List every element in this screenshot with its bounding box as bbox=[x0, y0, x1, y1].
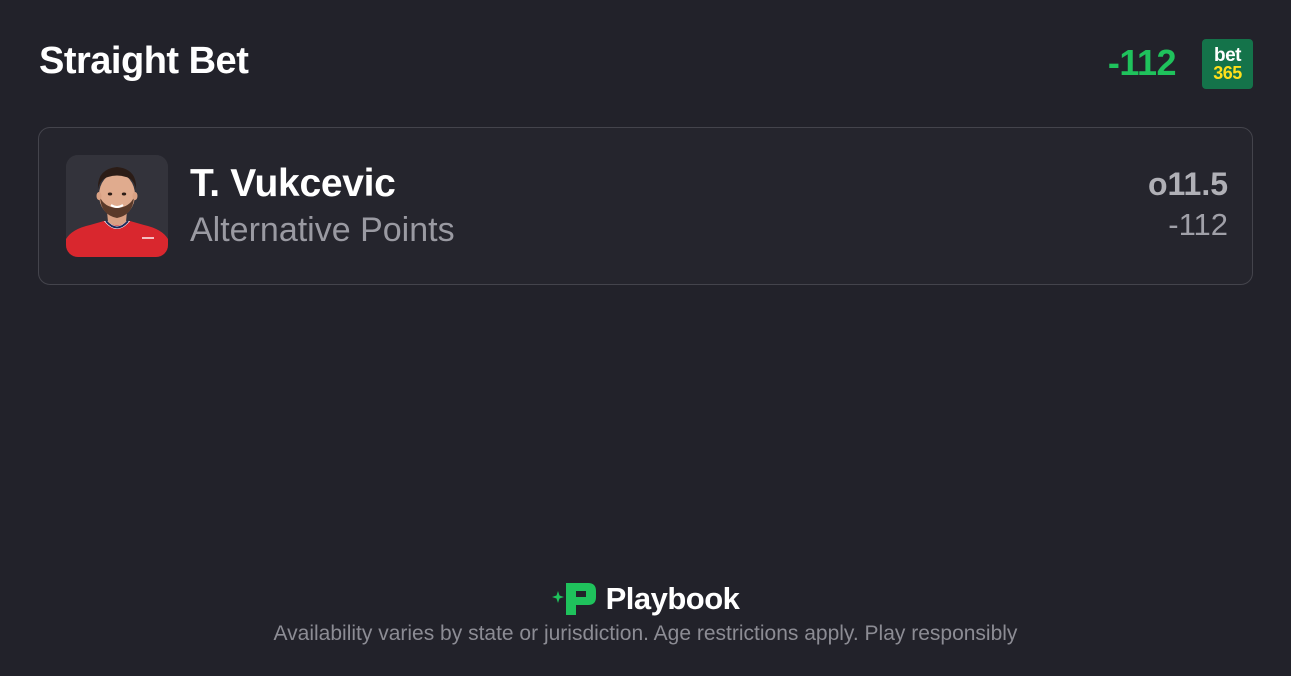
sportsbook-logo-line2: 365 bbox=[1213, 63, 1242, 83]
bet-leg-card[interactable]: T. Vukcevic Alternative Points o11.5 -11… bbox=[38, 127, 1253, 285]
player-headshot-icon bbox=[66, 155, 168, 257]
sportsbook-logo[interactable]: bet 365 bbox=[1202, 39, 1253, 89]
player-headshot bbox=[66, 155, 168, 257]
bet-line: o11.5 bbox=[1147, 166, 1228, 202]
market-name: Alternative Points bbox=[190, 211, 455, 249]
disclaimer-text: Availability varies by state or jurisdic… bbox=[273, 622, 1018, 645]
page-title: Straight Bet bbox=[39, 40, 249, 82]
bet-odds: -112 bbox=[1168, 207, 1228, 242]
brand-name: Playbook bbox=[605, 581, 740, 616]
playbook-logo-icon bbox=[551, 583, 596, 615]
brand-logo: Playbook bbox=[551, 578, 740, 620]
player-name: T. Vukcevic bbox=[190, 162, 396, 205]
footer: Playbook Availability varies by state or… bbox=[0, 578, 1291, 646]
total-odds: -112 bbox=[1107, 42, 1177, 83]
